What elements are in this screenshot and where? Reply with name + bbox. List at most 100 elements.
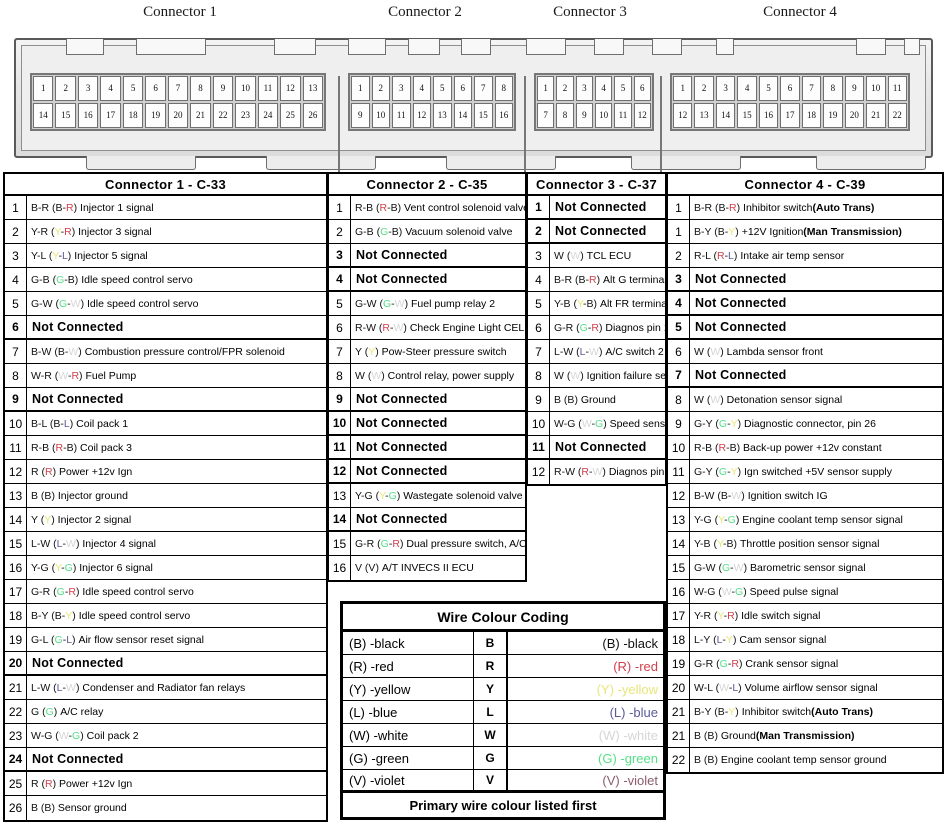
pin-table-row[interactable]: 26 B (B) Sensor ground [5, 796, 326, 820]
connector-pin[interactable]: 9 [212, 76, 234, 101]
connector-pin[interactable]: 20 [844, 103, 865, 128]
pin-table-row[interactable]: 11 Not Connected [329, 436, 525, 460]
pin-table-row[interactable]: 1 B-R (B-R) Inhibitor switch (Auto Trans) [668, 196, 942, 220]
pin-table-row[interactable]: 24 Not Connected [5, 748, 326, 772]
connector-pin[interactable]: 8 [823, 76, 843, 101]
connector-pin[interactable]: 11 [887, 76, 907, 101]
connector-pin[interactable]: 4 [737, 76, 757, 101]
connector-pin[interactable]: 13 [694, 103, 714, 128]
connector-pin[interactable]: 9 [844, 76, 865, 101]
connector-pin[interactable]: 6 [453, 76, 472, 101]
connector-pin[interactable]: 25 [280, 103, 301, 128]
pin-table-row[interactable]: 2 Y-R (Y-R) Injector 3 signal [5, 220, 326, 244]
pin-table-row[interactable]: 21 B-Y (B-Y) Inhibitor switch (Auto Trans… [668, 700, 942, 724]
pin-table-row[interactable]: 7Y (Y) Pow-Steer pressure switch [329, 340, 525, 364]
pin-table-row[interactable]: 16 Y-G (Y-G) Injector 6 signal [5, 556, 326, 580]
pin-table-row[interactable]: 3 Not Connected [329, 244, 525, 268]
pin-table-row[interactable]: 7 Not Connected [668, 364, 942, 388]
pin-table-row[interactable]: 6W (W) Lambda sensor front [668, 340, 942, 364]
pin-table-row[interactable]: 20 Not Connected [5, 652, 326, 676]
pin-table-row[interactable]: 1 B-Y (B-Y) +12V Ignition (Man Transmissi… [668, 220, 942, 244]
pin-table-row[interactable]: 16 V (V) A/T INVECS II ECU [329, 556, 525, 580]
pin-table-row[interactable]: 16 W-G (W-G) Speed pulse signal [668, 580, 942, 604]
connector-pin[interactable]: 1 [537, 76, 555, 101]
connector-pin[interactable]: 10 [235, 76, 256, 101]
pin-table-row[interactable]: 21 L-W (L-W) Condenser and Radiator fan r… [5, 676, 326, 700]
pin-table-row[interactable]: 9 G-Y (G-Y) Diagnostic connector, pin 26 [668, 412, 942, 436]
pin-table-row[interactable]: 11 R-B (R-B) Coil pack 3 [5, 436, 326, 460]
connector-pin[interactable]: 2 [371, 76, 390, 101]
pin-table-row[interactable]: 14 Y (Y) Injector 2 signal [5, 508, 326, 532]
pin-table-row[interactable]: 9B (B) Ground [528, 388, 665, 412]
pin-table-row[interactable]: 18 B-Y (B-Y) Idle speed control servo [5, 604, 326, 628]
connector-pin[interactable]: 9 [351, 103, 370, 128]
connector-pin[interactable]: 12 [412, 103, 431, 128]
pin-table-row[interactable]: 11 G-Y (G-Y) Ign switched +5V sensor supp… [668, 460, 942, 484]
pin-table-row[interactable]: 10 R-B (R-B) Back-up power +12v constant [668, 436, 942, 460]
connector-pin[interactable]: 2 [694, 76, 714, 101]
pin-table-row[interactable]: 14 Not Connected [329, 508, 525, 532]
connector-pin[interactable]: 14 [33, 103, 54, 128]
connector-pin[interactable]: 5 [122, 76, 144, 101]
pin-table-row[interactable]: 14 Y-B (Y-B) Throttle position sensor sig… [668, 532, 942, 556]
pin-table-row[interactable]: 15 L-W (L-W) Injector 4 signal [5, 532, 326, 556]
connector-pin[interactable]: 8 [556, 103, 574, 128]
pin-table-row[interactable]: 1 R-B (R-B) Vent control solenoid valve [329, 196, 525, 220]
connector-pin[interactable]: 7 [474, 76, 493, 101]
pin-table-row[interactable]: 15G-R (G-R) Dual pressure switch, A/C an… [329, 532, 525, 556]
connector-pin[interactable]: 4 [412, 76, 431, 101]
connector-pin[interactable]: 7 [537, 103, 555, 128]
connector-pin[interactable]: 3 [575, 76, 593, 101]
connector-pin[interactable]: 3 [77, 76, 99, 101]
connector-pin[interactable]: 4 [100, 76, 121, 101]
pin-table-row[interactable]: 22 B (B) Engine coolant temp sensor groun… [668, 748, 942, 772]
pin-table-row[interactable]: 3 Not Connected [668, 268, 942, 292]
pin-table-row[interactable]: 12 Not Connected [329, 460, 525, 484]
connector-pin[interactable]: 26 [302, 103, 324, 128]
connector-pin[interactable]: 22 [212, 103, 234, 128]
pin-table-row[interactable]: 8W (W) Detonation sensor signal [668, 388, 942, 412]
connector-pin[interactable]: 1 [351, 76, 370, 101]
connector-pin[interactable]: 8 [190, 76, 211, 101]
connector-pin[interactable]: 18 [801, 103, 822, 128]
pin-table-row[interactable]: 2 R-L (R-L) Intake air temp sensor [668, 244, 942, 268]
pin-table-row[interactable]: 2 G-B (G-B) Vacuum solenoid valve [329, 220, 525, 244]
connector-pin[interactable]: 15 [55, 103, 76, 128]
pin-table-row[interactable]: 5 Y-B (Y-B) Alt FR terminal [528, 292, 665, 316]
pin-table-row[interactable]: 7 B-W (B-W) Combustion pressure control/F… [5, 340, 326, 364]
connector-pin[interactable]: 2 [556, 76, 574, 101]
connector-pin[interactable]: 6 [145, 76, 166, 101]
connector-pin[interactable]: 21 [866, 103, 886, 128]
pin-table-row[interactable]: 22 G (G) A/C relay [5, 700, 326, 724]
pin-table-row[interactable]: 13 Y-G (Y-G) Wastegate solenoid valve [329, 484, 525, 508]
connector-pin[interactable]: 16 [77, 103, 99, 128]
connector-pin[interactable]: 5 [614, 76, 632, 101]
pin-table-row[interactable]: 9 Not Connected [5, 388, 326, 412]
pin-table-row[interactable]: 3 Y-L (Y-L) Injector 5 signal [5, 244, 326, 268]
pin-table-row[interactable]: 1 B-R (B-R) Injector 1 signal [5, 196, 326, 220]
connector-pin[interactable]: 11 [257, 76, 279, 101]
connector-pin[interactable]: 12 [280, 76, 301, 101]
connector-pin[interactable]: 4 [594, 76, 613, 101]
pin-table-row[interactable]: 4 Not Connected [668, 292, 942, 316]
connector-pin[interactable]: 17 [100, 103, 121, 128]
connector-pin[interactable]: 5 [433, 76, 452, 101]
connector-pin[interactable]: 18 [122, 103, 144, 128]
connector-pin[interactable]: 19 [823, 103, 843, 128]
connector-pin[interactable]: 20 [167, 103, 189, 128]
connector-pin[interactable]: 11 [392, 103, 411, 128]
pin-table-row[interactable]: 25 R (R) Power +12v Ign [5, 772, 326, 796]
connector-pin[interactable]: 3 [392, 76, 411, 101]
connector-pin[interactable]: 1 [673, 76, 693, 101]
pin-table-row[interactable]: 5 G-W (G-W) Fuel pump relay 2 [329, 292, 525, 316]
connector-pin[interactable]: 5 [758, 76, 779, 101]
pin-table-row[interactable]: 12R-W (R-W) Diagnos pin 7 [528, 460, 665, 484]
connector-pin[interactable]: 21 [190, 103, 211, 128]
pin-table-row[interactable]: 20 W-L (W-L) Volume airflow sensor signal [668, 676, 942, 700]
pin-table-row[interactable]: 6 R-W (R-W) Check Engine Light CEL [329, 316, 525, 340]
pin-table-row[interactable]: 13 Y-G (Y-G) Engine coolant temp sensor s… [668, 508, 942, 532]
pin-table-row[interactable]: 12 B-W (B-W) Ignition switch IG [668, 484, 942, 508]
pin-table-row[interactable]: 3W (W) TCL ECU [528, 244, 665, 268]
connector-pin[interactable]: 6 [633, 76, 651, 101]
pin-table-row[interactable]: 1 Not Connected [528, 196, 665, 220]
